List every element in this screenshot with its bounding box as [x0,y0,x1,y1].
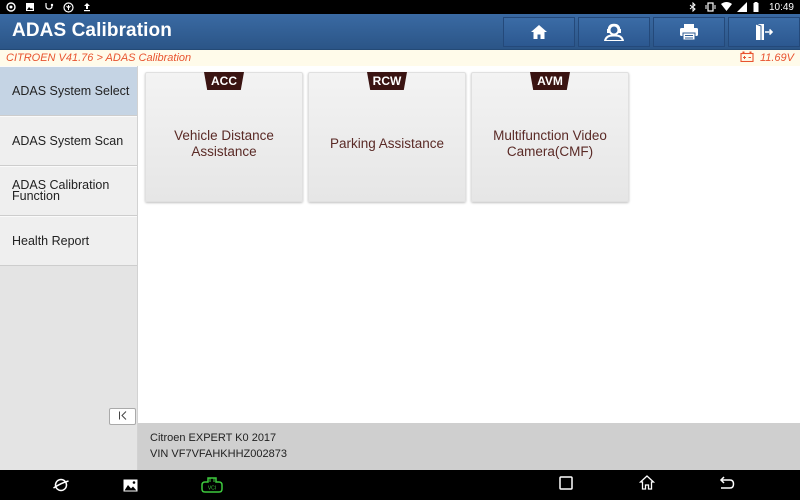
home-icon [530,24,548,40]
recent-apps-icon [559,475,573,495]
status-bar: 10:49 [0,0,800,14]
back-icon [719,475,735,495]
car-battery-icon [740,51,754,65]
vci-label: VCI [208,486,216,492]
breadcrumb: CITROEN V41.76 > ADAS Calibration [6,52,192,64]
printer-icon [679,23,699,41]
browser-icon[interactable] [52,477,70,493]
battery-voltage: 11.69V [740,51,794,65]
sidebar-item-system-select[interactable]: ADAS System Select [0,66,137,116]
messenger-icon [6,2,16,12]
main-content: ACC Vehicle Distance Assistance RCW Park… [138,66,800,423]
exit-button[interactable] [728,17,800,47]
exit-door-icon [754,23,774,41]
battery-icon [753,2,763,12]
android-home-button[interactable] [638,475,656,495]
page-title: ADAS Calibration [12,20,172,41]
bluetooth-icon [689,2,699,12]
sidebar-item-label: ADAS Calibration Function [12,178,110,203]
stethoscope-icon [44,2,54,12]
vehicle-info-bar: Citroen EXPERT K0 2017 VIN VF7VFAHKHHZ00… [138,423,800,470]
system-card-rcw[interactable]: RCW Parking Assistance [308,72,466,202]
upload-icon [82,2,92,12]
vibrate-icon [705,2,716,12]
app-header: ADAS Calibration [0,14,800,50]
system-card-label: Multifunction Video Camera(CMF) [493,128,607,159]
system-card-acc[interactable]: ACC Vehicle Distance Assistance [145,72,303,202]
sidebar-item-label: Health Report [12,233,90,248]
sidebar-item-label: ADAS System Select [12,83,130,98]
support-button[interactable] [578,17,650,47]
recent-apps-button[interactable] [557,475,575,495]
sync-icon [63,2,74,13]
collapse-sidebar-button[interactable] [109,408,136,425]
vehicle-vin: VIN VF7VFAHKHHZ002873 [150,448,287,460]
vci-icon[interactable]: VCI [201,477,223,493]
image-icon [25,2,35,12]
headset-user-icon [604,23,624,41]
breadcrumb-bar: CITROEN V41.76 > ADAS Calibration 11.69V [0,50,800,66]
sidebar-item-label: ADAS System Scan [12,133,124,148]
sidebar-item-system-scan[interactable]: ADAS System Scan [0,116,137,166]
gallery-icon[interactable] [121,477,139,493]
clock: 10:49 [768,1,794,13]
collapse-left-icon [118,410,128,423]
header-toolbar [503,17,800,47]
system-card-label: Parking Assistance [329,136,445,151]
back-button[interactable] [718,475,736,495]
home-button[interactable] [503,17,575,47]
print-button[interactable] [653,17,725,47]
vehicle-model: Citroen EXPERT K0 2017 [150,432,277,444]
system-card-label: Vehicle Distance Assistance [174,128,274,159]
voltage-value: 11.69V [759,52,794,64]
home-icon [638,475,656,495]
signal-icon [736,2,747,12]
sidebar-item-calibration-function[interactable]: ADAS Calibration Function [0,166,137,216]
sidebar-item-health-report[interactable]: Health Report [0,216,137,266]
system-card-avm[interactable]: AVM Multifunction Video Camera(CMF) [471,72,629,202]
wifi-icon [720,2,732,12]
sidebar: ADAS System Select ADAS System Scan ADAS… [0,66,138,470]
navigation-bar: VCI [0,470,800,500]
